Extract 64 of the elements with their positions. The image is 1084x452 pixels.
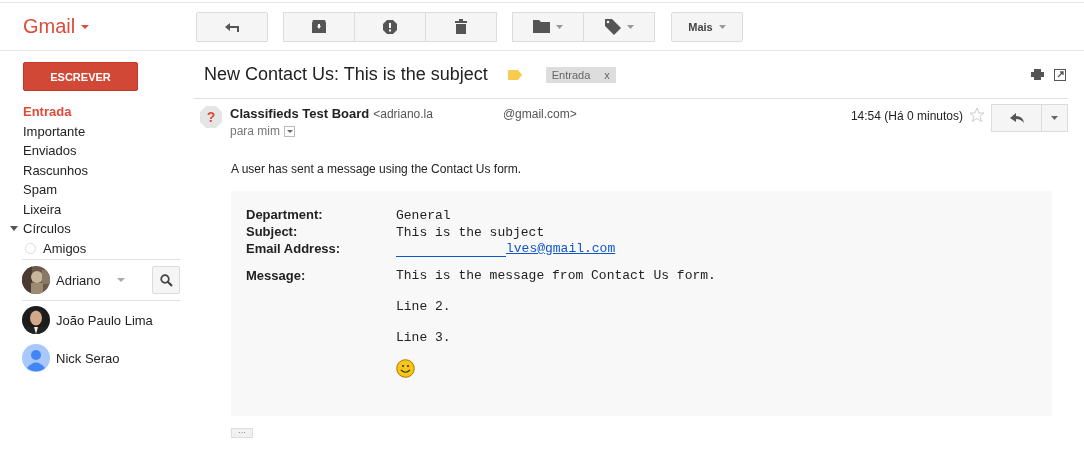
exclamation-icon [383, 19, 397, 34]
details-dropdown[interactable] [284, 125, 295, 137]
move-to-button[interactable] [512, 11, 584, 42]
field-label: Department: [246, 207, 324, 224]
sender-name: Classifieds Test Board [230, 106, 370, 121]
email-link[interactable]: lves@gmail.com [506, 241, 616, 257]
remove-label-button[interactable]: x [604, 68, 610, 81]
back-arrow-icon [225, 21, 239, 32]
new-window-icon[interactable] [1054, 68, 1066, 81]
contact-name[interactable]: João Paulo Lima [56, 312, 153, 328]
message-line: Line 3. [396, 330, 452, 346]
expand-triangle-icon[interactable] [10, 226, 18, 232]
reply-button[interactable] [991, 104, 1042, 132]
nav-item[interactable]: Lixeira [23, 201, 62, 217]
field-label: Email Address: [246, 241, 342, 257]
back-button[interactable] [196, 11, 268, 42]
tag-icon [604, 18, 621, 35]
nav-item[interactable]: Entrada [23, 104, 72, 120]
search-button[interactable] [152, 266, 180, 294]
folder-icon [533, 20, 550, 33]
field-value: General [396, 208, 451, 223]
labels-button[interactable] [583, 11, 655, 42]
gmail-logo[interactable]: Gmail [23, 15, 76, 38]
nav-item[interactable]: Círculos [23, 221, 71, 237]
caret-icon [1051, 116, 1058, 120]
field-value: This is the subject [396, 225, 545, 240]
unknown-sender-icon: ? [200, 106, 222, 128]
delete-button[interactable] [425, 11, 497, 42]
nav-item[interactable]: Enviados [23, 143, 77, 159]
spam-button[interactable] [354, 11, 426, 42]
caret-icon [718, 24, 726, 29]
show-trimmed-button[interactable]: ··· [231, 428, 253, 438]
field-label: Message: [246, 268, 307, 285]
caret-icon [81, 24, 90, 29]
nav-item[interactable]: Importante [23, 123, 86, 139]
message-time: 14:54 (Há 0 minutos) [850, 109, 963, 123]
person-icon [22, 344, 50, 372]
caret-icon [556, 24, 563, 29]
trash-icon [455, 19, 467, 34]
email-subject: New Contact Us: This is the subject [204, 64, 488, 85]
smiley-icon [396, 359, 415, 378]
nav-item[interactable]: Amigos [43, 240, 87, 256]
sender-email: <adriano.la [373, 107, 433, 121]
field-label: Subject: [246, 224, 299, 241]
search-icon [159, 273, 173, 287]
nav-item[interactable]: Rascunhos [23, 162, 89, 178]
user-name[interactable]: Adriano [56, 272, 101, 288]
reply-icon [1009, 113, 1024, 123]
more-button[interactable]: Mais [671, 11, 743, 42]
message-text: A user has sent a message using the Contact Us form. [231, 162, 523, 176]
star-icon[interactable] [969, 107, 985, 123]
message-line: This is the message from Contact Us form. [396, 268, 716, 284]
contact-name[interactable]: Nick Serao [56, 350, 120, 366]
nav-item[interactable]: Spam [23, 182, 57, 198]
label-name: Entrada [551, 68, 591, 81]
sender-email: @gmail.com> [502, 107, 577, 121]
caret-icon [286, 129, 293, 133]
archive-button[interactable] [283, 11, 355, 42]
importance-marker-icon[interactable] [507, 69, 522, 80]
message-line: Line 2. [396, 299, 452, 315]
recipient-text: para mim [230, 124, 280, 138]
compose-button[interactable]: ESCREVER [23, 62, 138, 91]
archive-icon [312, 20, 326, 33]
caret-icon [626, 24, 634, 29]
